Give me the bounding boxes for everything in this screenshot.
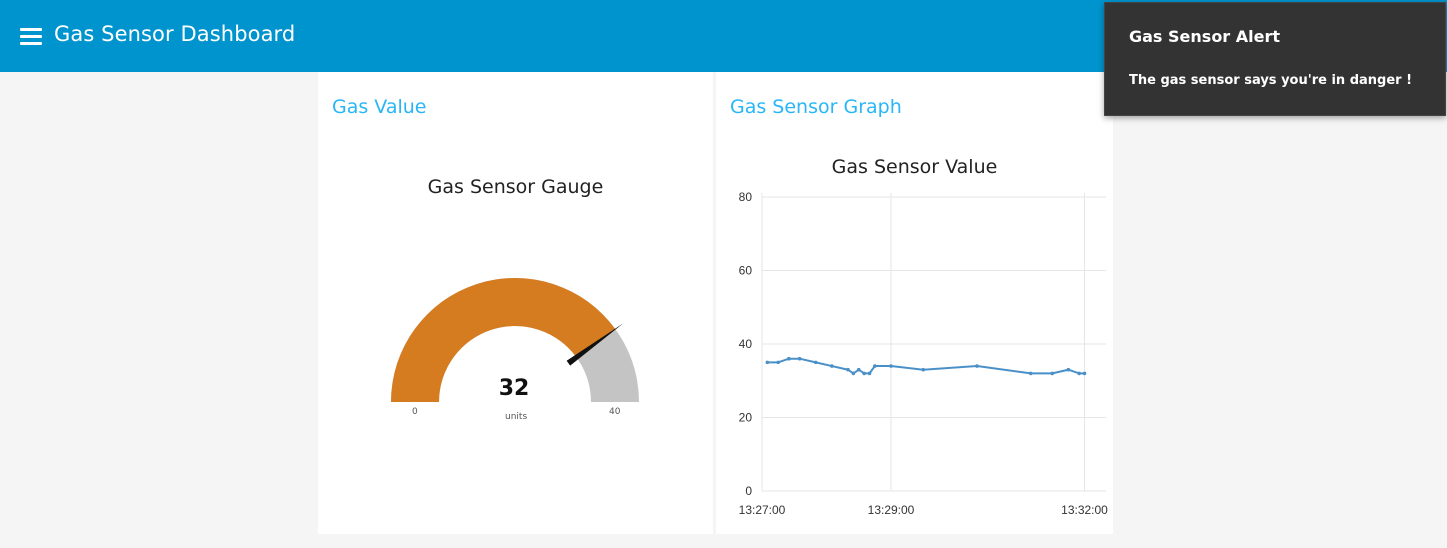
data-point <box>889 364 893 368</box>
y-tick-label: 0 <box>745 484 752 498</box>
data-point <box>797 356 802 361</box>
data-point <box>1050 371 1055 376</box>
data-point <box>1082 371 1087 376</box>
data-point <box>862 371 866 376</box>
data-point <box>1066 367 1071 372</box>
data-point <box>765 360 770 365</box>
gauge-min-label: 0 <box>412 407 418 417</box>
gauge-units: units <box>505 412 528 422</box>
gauge <box>391 277 639 402</box>
line-chart[interactable]: 0 20 40 60 80 13:27:00 13:29:00 13:32:00 <box>716 72 1113 534</box>
data-point <box>813 360 818 365</box>
gauge-card: Gas Value Gas Sensor Gauge 32 units 0 40 <box>318 72 713 534</box>
hamburger-menu-icon[interactable] <box>20 28 42 46</box>
y-tick-label: 40 <box>739 337 753 351</box>
gauge-max-label: 40 <box>609 407 621 417</box>
x-tick-label: 13:27:00 <box>739 503 786 517</box>
x-tick-label: 13:29:00 <box>868 503 915 517</box>
data-point <box>787 356 791 361</box>
x-tick-label: 13:32:00 <box>1061 503 1108 517</box>
gauge-value: 32 <box>498 376 530 401</box>
dashboard-title: Gas Sensor Dashboard <box>54 22 296 46</box>
y-tick-label: 20 <box>739 411 753 425</box>
data-point <box>873 364 877 368</box>
data-point <box>851 371 856 376</box>
data-point <box>867 371 872 376</box>
data-point <box>975 364 979 368</box>
data-point <box>921 367 926 372</box>
data-point <box>1028 371 1033 376</box>
data-point <box>856 367 861 372</box>
data-point <box>846 367 850 372</box>
alert-title: Gas Sensor Alert <box>1129 27 1281 46</box>
y-tick-label: 60 <box>739 264 753 278</box>
data-point <box>776 360 780 365</box>
graph-card: Gas Sensor Graph Gas Sensor Value 0 20 40 6… <box>716 72 1113 534</box>
data-point <box>1077 371 1081 376</box>
alert-message: The gas sensor says you're in danger ! <box>1129 73 1413 88</box>
alert-notification[interactable]: Gas Sensor Alert The gas sensor says you… <box>1104 2 1446 116</box>
y-tick-label: 80 <box>739 190 753 204</box>
data-point <box>830 364 834 368</box>
